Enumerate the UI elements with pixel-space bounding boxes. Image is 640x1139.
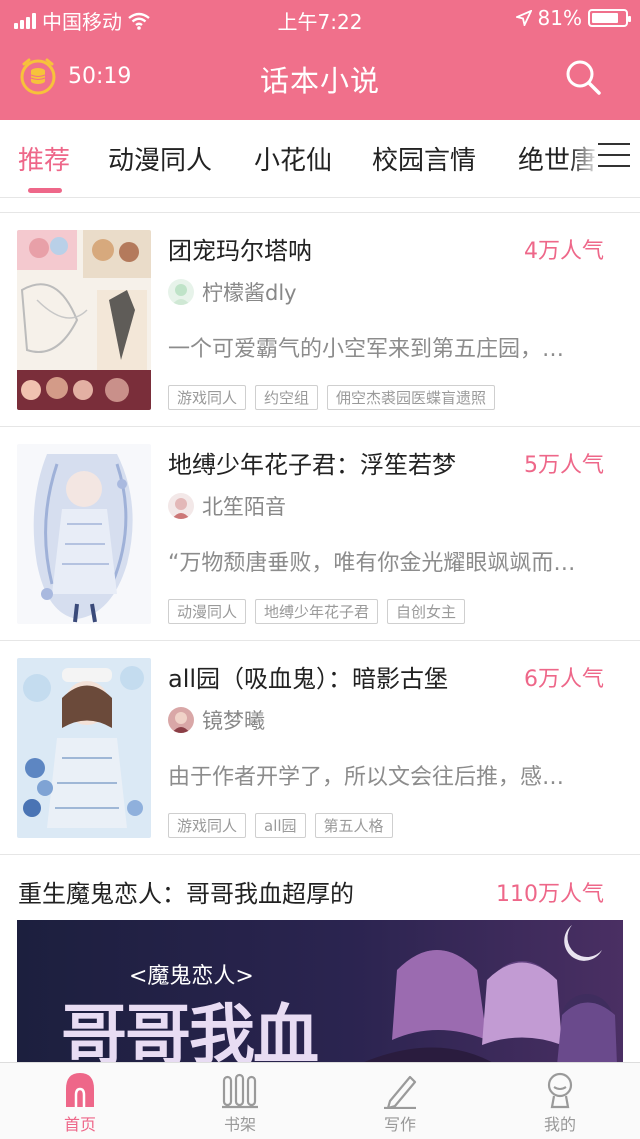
nav-profile[interactable]: 我的 bbox=[520, 1071, 600, 1135]
book-title[interactable]: 地缚少年花子君：浮笙若梦 bbox=[168, 445, 456, 480]
tag[interactable]: 地缚少年花子君 bbox=[255, 599, 379, 624]
tab-anime-fanfic[interactable]: 动漫同人 bbox=[108, 140, 212, 177]
featured-banner[interactable]: <魔鬼恋人> 哥哥我血 bbox=[17, 920, 623, 1065]
nav-write[interactable]: 写作 bbox=[360, 1071, 440, 1135]
tab-xiaohuaxian[interactable]: 小花仙 bbox=[254, 140, 332, 177]
book-cover[interactable] bbox=[17, 230, 151, 410]
tag-list: 游戏同人 all园 第五人格 bbox=[168, 813, 393, 838]
tag[interactable]: 自创女主 bbox=[387, 599, 466, 624]
nav-bookshelf[interactable]: 书架 bbox=[200, 1071, 280, 1135]
book-description: 由于作者开学了，所以文会往后推，感… bbox=[168, 765, 565, 790]
tag[interactable]: 游戏同人 bbox=[168, 813, 247, 838]
nav-label: 首页 bbox=[63, 1115, 96, 1134]
nav-label: 写作 bbox=[383, 1115, 416, 1134]
popularity: 6万人气 bbox=[524, 667, 604, 692]
book-title[interactable]: all园（吸血鬼）：暗影古堡 bbox=[168, 659, 448, 694]
avatar bbox=[168, 707, 194, 733]
popularity: 5万人气 bbox=[524, 453, 604, 478]
tag[interactable]: 动漫同人 bbox=[168, 599, 247, 624]
book-card[interactable]: all园（吸血鬼）：暗影古堡 6万人气 镜梦曦 由于作者开学了，所以文会往后推，… bbox=[0, 641, 640, 855]
book-cover[interactable] bbox=[17, 444, 151, 624]
bookshelf-icon bbox=[222, 1073, 258, 1109]
tag[interactable]: 第五人格 bbox=[314, 813, 393, 838]
app-header: 中国移动 上午7:22 81% 50:19 话本小说 bbox=[0, 0, 640, 120]
popularity: 4万人气 bbox=[524, 239, 604, 264]
avatar bbox=[168, 493, 194, 519]
battery-icon bbox=[588, 9, 631, 27]
tag[interactable]: 佣空杰裘园医蝶盲遗照 bbox=[327, 385, 496, 410]
profile-icon bbox=[547, 1072, 573, 1109]
category-tabs: 推荐 动漫同人 小花仙 校园言情 绝世唐 bbox=[0, 120, 640, 198]
avatar bbox=[168, 279, 194, 305]
menu-icon[interactable] bbox=[598, 143, 630, 171]
tab-campus-romance[interactable]: 校园言情 bbox=[372, 140, 476, 177]
bottom-nav: 首页 书架 写作 我的 bbox=[0, 1062, 640, 1139]
tag[interactable]: all园 bbox=[255, 813, 306, 838]
author-name: 镜梦曦 bbox=[202, 709, 265, 733]
battery-percent: 81% bbox=[537, 6, 582, 30]
book-card[interactable]: 团宠玛尔塔呐 4万人气 柠檬酱dly 一个可爱霸气的小空军来到第五庄园，… 游戏… bbox=[0, 213, 640, 427]
tabs-fade bbox=[570, 130, 600, 180]
location-icon bbox=[515, 10, 532, 26]
home-icon bbox=[66, 1073, 94, 1107]
author[interactable]: 柠檬酱dly bbox=[168, 277, 297, 307]
book-description: 一个可爱霸气的小空军来到第五庄园，… bbox=[168, 337, 565, 362]
nav-label: 书架 bbox=[223, 1115, 256, 1134]
tab-recommend[interactable]: 推荐 bbox=[18, 140, 70, 177]
featured-popularity: 110万人气 bbox=[496, 882, 604, 907]
tag-list: 动漫同人 地缚少年花子君 自创女主 bbox=[168, 599, 466, 624]
active-tab-indicator bbox=[28, 188, 62, 193]
book-description: “万物颓唐垂败，唯有你金光耀眼飒飒而… bbox=[168, 551, 576, 576]
author-name: 柠檬酱dly bbox=[202, 281, 297, 305]
book-cover[interactable] bbox=[17, 658, 151, 838]
nav-home[interactable]: 首页 bbox=[40, 1071, 120, 1135]
featured-title[interactable]: 重生魔鬼恋人：哥哥我血超厚的 bbox=[18, 874, 354, 909]
search-icon[interactable] bbox=[564, 58, 602, 96]
banner-main-text: 哥哥我血 bbox=[61, 996, 319, 1065]
author[interactable]: 镜梦曦 bbox=[168, 705, 265, 735]
author[interactable]: 北笙陌音 bbox=[168, 491, 286, 521]
tag-list: 游戏同人 约空组 佣空杰裘园医蝶盲遗照 bbox=[168, 385, 496, 410]
tag[interactable]: 游戏同人 bbox=[168, 385, 247, 410]
pen-icon bbox=[384, 1075, 417, 1109]
status-right: 81% bbox=[515, 6, 631, 30]
book-title[interactable]: 团宠玛尔塔呐 bbox=[168, 231, 312, 266]
author-name: 北笙陌音 bbox=[202, 495, 286, 519]
battery-fill bbox=[592, 13, 618, 23]
tag[interactable]: 约空组 bbox=[255, 385, 319, 410]
nav-label: 我的 bbox=[543, 1115, 576, 1134]
book-card[interactable]: 地缚少年花子君：浮笙若梦 5万人气 北笙陌音 “万物颓唐垂败，唯有你金光耀眼飒飒… bbox=[0, 427, 640, 641]
app-title: 话本小说 bbox=[259, 64, 380, 98]
status-bar: 中国移动 上午7:22 81% bbox=[0, 0, 640, 36]
